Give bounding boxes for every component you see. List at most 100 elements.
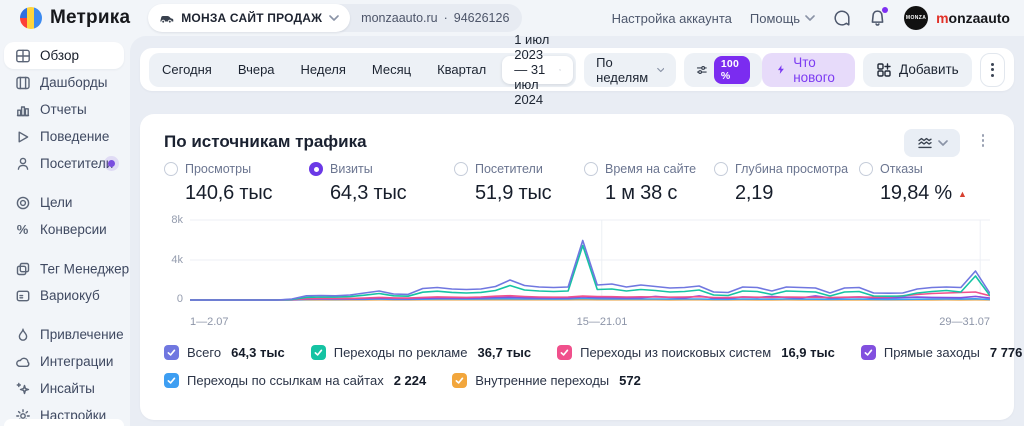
notifications-button[interactable] <box>869 7 889 27</box>
yandex-metrica-app: Метрика МОНЗА САЙТ ПРОДАЖ monzaauto.ru ·… <box>0 0 1024 426</box>
chevron-down-icon <box>558 68 562 71</box>
metrica-logo[interactable]: Метрика <box>20 7 130 29</box>
sidebar-item-reports[interactable]: Отчеты <box>4 96 124 123</box>
counter-meta: monzaauto.ru · 94626126 <box>350 11 522 25</box>
flame-icon <box>14 326 31 343</box>
date-range-picker[interactable]: 1 июл 2023 — 31 июл 2024 <box>502 32 574 107</box>
metric-visits: Визиты 64,3 тыс <box>309 162 454 205</box>
sidebar-item-label: Интеграции <box>40 354 114 369</box>
counter-id: 94626126 <box>453 11 510 25</box>
sidebar-item-overview[interactable]: Обзор <box>4 42 124 69</box>
x-tick: 29—31.07 <box>939 316 990 328</box>
line-chart-plot[interactable]: 1—2.07 15—21.01 29—31.07 <box>190 214 990 332</box>
sampling-control[interactable]: 100 % <box>684 52 763 87</box>
line-chart-icon <box>917 137 932 149</box>
radio-icon <box>584 162 598 176</box>
metric-value: 2,19 <box>735 182 774 204</box>
date-range-value: 1 июл 2023 — 31 июл 2024 <box>514 32 550 107</box>
metric-users: Посетители 51,9 тыс <box>454 162 584 205</box>
legend-item-direct[interactable]: Прямые заходы 7 776 <box>860 344 1022 360</box>
metric-radio-row[interactable]: Отказы <box>859 162 967 176</box>
metric-radio-row[interactable]: Глубина просмотра <box>714 162 859 176</box>
metric-pageviews: Просмотры 140,6 тыс <box>164 162 309 205</box>
x-tick: 15—21.01 <box>576 316 628 328</box>
dashboards-icon <box>14 74 31 91</box>
radio-icon <box>714 162 728 176</box>
avatar[interactable]: MONZA <box>904 6 929 30</box>
add-label: Добавить <box>899 62 959 77</box>
metric-radio-row[interactable]: Просмотры <box>164 162 309 176</box>
sidebar-item-tag-manager[interactable]: Тег Менеджерβ <box>4 255 135 282</box>
help-menu[interactable]: Помощь <box>750 11 815 26</box>
chevron-down-icon <box>329 15 339 21</box>
period-week[interactable]: Неделя <box>288 53 359 87</box>
chat-button[interactable] <box>833 9 851 27</box>
x-axis: 1—2.07 15—21.01 29—31.07 <box>190 316 990 332</box>
legend-item-total[interactable]: Всего 64,3 тыс <box>164 344 285 360</box>
radio-selected-icon <box>309 162 323 176</box>
chat-bubble-icon <box>834 10 850 26</box>
traffic-sources-card: По источникам трафика Просмотры 140,6 ты… <box>140 114 1022 420</box>
period-today[interactable]: Сегодня <box>149 53 225 87</box>
radio-icon <box>454 162 468 176</box>
sidebar-item-label: Конверсии <box>40 222 107 237</box>
sidebar-item-label: Вариокуб <box>40 288 100 303</box>
checkbox-checked-icon <box>164 344 179 360</box>
checkbox-checked-icon <box>310 344 326 360</box>
overview-icon <box>14 47 31 64</box>
x-tick: 1—2.07 <box>190 316 229 328</box>
account-settings-link[interactable]: Настройка аккаунта <box>612 11 732 26</box>
help-label: Помощь <box>749 10 801 26</box>
sidebar-item-insights[interactable]: Инсайты <box>4 375 124 402</box>
card-title: По источникам трафика <box>164 132 367 151</box>
percent-icon: % <box>16 222 29 237</box>
metric-radio-row[interactable]: Визиты <box>309 162 454 176</box>
chevron-down-icon <box>937 140 948 146</box>
legend-item-site-links[interactable]: Переходы по ссылкам на сайтах 2 224 <box>164 372 426 388</box>
checkbox-checked-icon <box>164 372 179 388</box>
whats-new-button[interactable]: Что нового <box>762 52 856 87</box>
radio-icon <box>164 162 178 176</box>
granularity-dropdown[interactable]: По неделям <box>584 52 677 87</box>
period-yesterday[interactable]: Вчера <box>225 53 288 87</box>
visitors-icon <box>14 155 31 172</box>
sidebar-item-label: Посетители <box>40 156 114 171</box>
sidebar-collapsed-item[interactable] <box>4 419 124 426</box>
sidebar-item-goals[interactable]: Цели <box>4 189 124 216</box>
sidebar-item-variocube[interactable]: Вариокуб <box>4 282 124 309</box>
chart-type-selector[interactable] <box>904 129 960 157</box>
sidebar-item-acquisition[interactable]: Привлечение <box>4 321 124 348</box>
sidebar-item-label: Инсайты <box>40 381 95 396</box>
counter-selector[interactable]: МОНЗА САЙТ ПРОДАЖ <box>148 4 351 32</box>
sidebar-item-dashboards[interactable]: Дашборды <box>4 69 124 96</box>
legend-item-search[interactable]: Переходы из поисковых систем 16,9 тыс <box>557 344 835 360</box>
sidebar-item-behavior[interactable]: Поведение <box>4 123 124 150</box>
cloud-icon <box>14 353 31 370</box>
lightning-icon <box>778 65 785 74</box>
username[interactable]: monzaauto <box>936 10 1010 26</box>
sidebar-item-conversions[interactable]: % Конверсии <box>4 216 124 243</box>
sidebar-item-label: Поведение <box>40 129 110 144</box>
metric-bounce-rate: Отказы 19,84 % ▲ <box>859 162 967 205</box>
add-widget-button[interactable]: Добавить <box>863 52 972 87</box>
legend-item-internal[interactable]: Внутренние переходы 572 <box>452 372 641 388</box>
metrics-row: Просмотры 140,6 тыс Визиты 64,3 тыс Посе… <box>164 162 994 205</box>
sidebar-item-label: Обзор <box>40 48 79 63</box>
period-month[interactable]: Месяц <box>359 53 424 87</box>
sliders-icon <box>697 65 707 74</box>
sidebar-item-visitors[interactable]: Посетители <box>4 150 124 177</box>
sidebar: Обзор Дашборды Отчеты Поведение Посетите… <box>0 36 135 426</box>
metric-radio-row[interactable]: Посетители <box>454 162 584 176</box>
header-right: Настройка аккаунта Помощь MONZA monzaaut… <box>612 6 1010 30</box>
card-kebab-menu[interactable] <box>981 134 984 147</box>
main-content: Сегодня Вчера Неделя Месяц Квартал 1 июл… <box>130 32 1024 426</box>
sidebar-item-label: Тег Менеджерβ <box>40 260 135 277</box>
period-quarter[interactable]: Квартал <box>424 53 499 87</box>
metric-radio-row[interactable]: Время на сайте <box>584 162 714 176</box>
radio-icon <box>859 162 873 176</box>
legend-item-ads[interactable]: Переходы по рекламе 36,7 тыс <box>310 344 531 360</box>
metrica-logo-icon <box>20 7 42 29</box>
toolbar-kebab-menu[interactable] <box>979 52 1005 87</box>
sidebar-item-integrations[interactable]: Интеграции <box>4 348 124 375</box>
sampling-badge: 100 % <box>713 55 751 84</box>
